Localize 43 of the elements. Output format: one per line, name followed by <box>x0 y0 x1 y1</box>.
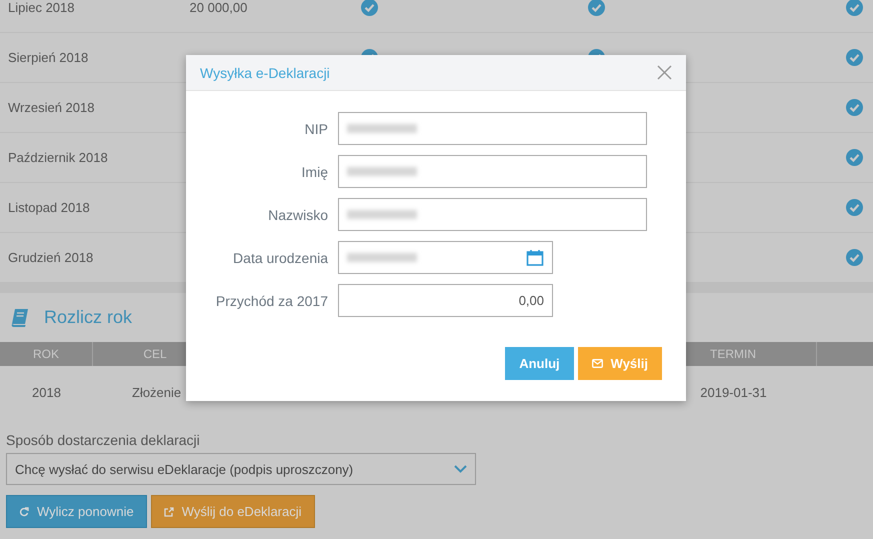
send-button[interactable]: Wyślij do eDeklaracji <box>150 495 315 528</box>
check-circle-icon <box>846 49 863 66</box>
field-label: Sposób dostarczenia deklaracji <box>6 432 201 448</box>
amount-text: 20 000,00 <box>188 0 248 15</box>
table-cell-text: Złożenie <box>131 384 182 400</box>
close-button[interactable] <box>657 65 672 80</box>
field-label: Przychód za 2017 <box>214 292 328 308</box>
table-cell-text: 2018 <box>31 384 62 400</box>
field-label: Nazwisko <box>267 206 328 222</box>
book-icon <box>10 308 30 328</box>
input-field[interactable] <box>338 112 647 145</box>
check-circle-icon <box>846 249 863 266</box>
month-label: Lipiec 2018 <box>7 0 76 15</box>
input-field[interactable]: 0,00 <box>338 284 553 317</box>
chevron-down-icon <box>454 465 467 473</box>
month-label: Sierpień 2018 <box>7 50 90 65</box>
table-cell-text: 2019-01-31 <box>699 384 768 400</box>
date-field[interactable] <box>338 241 553 274</box>
check-circle-icon <box>846 99 863 116</box>
external-link-icon <box>164 506 174 516</box>
month-label: Wrzesień 2018 <box>7 100 96 115</box>
field-label: NIP <box>304 120 328 136</box>
input-field[interactable] <box>338 155 647 188</box>
field-label: Imię <box>300 164 328 180</box>
check-circle-icon <box>846 149 863 166</box>
month-label: Grudzień 2018 <box>7 250 94 265</box>
column-header: CEL <box>142 346 168 363</box>
calendar-icon <box>526 248 544 266</box>
close-icon <box>657 65 672 80</box>
envelope-icon <box>592 359 603 368</box>
field-label: Data urodzenia <box>232 250 328 266</box>
send-button[interactable]: Wyślij <box>578 347 662 380</box>
dialog-title: Wysyłka e-Deklaracji <box>200 64 330 80</box>
check-circle-icon <box>846 199 863 216</box>
month-label: Październik 2018 <box>7 150 109 165</box>
refresh-icon <box>19 506 29 516</box>
column-header: ROK <box>0 342 93 366</box>
section-title: Rozlicz rok <box>44 307 132 328</box>
input-field[interactable] <box>338 198 647 231</box>
month-label: Listopad 2018 <box>7 200 91 215</box>
cancel-button[interactable]: Anuluj <box>505 347 574 380</box>
recalculate-button[interactable]: Wylicz ponownie <box>6 495 147 528</box>
delivery-select[interactable]: Chcę wysłać do serwisu eDeklaracje (podpis uproszczony) <box>6 453 476 485</box>
